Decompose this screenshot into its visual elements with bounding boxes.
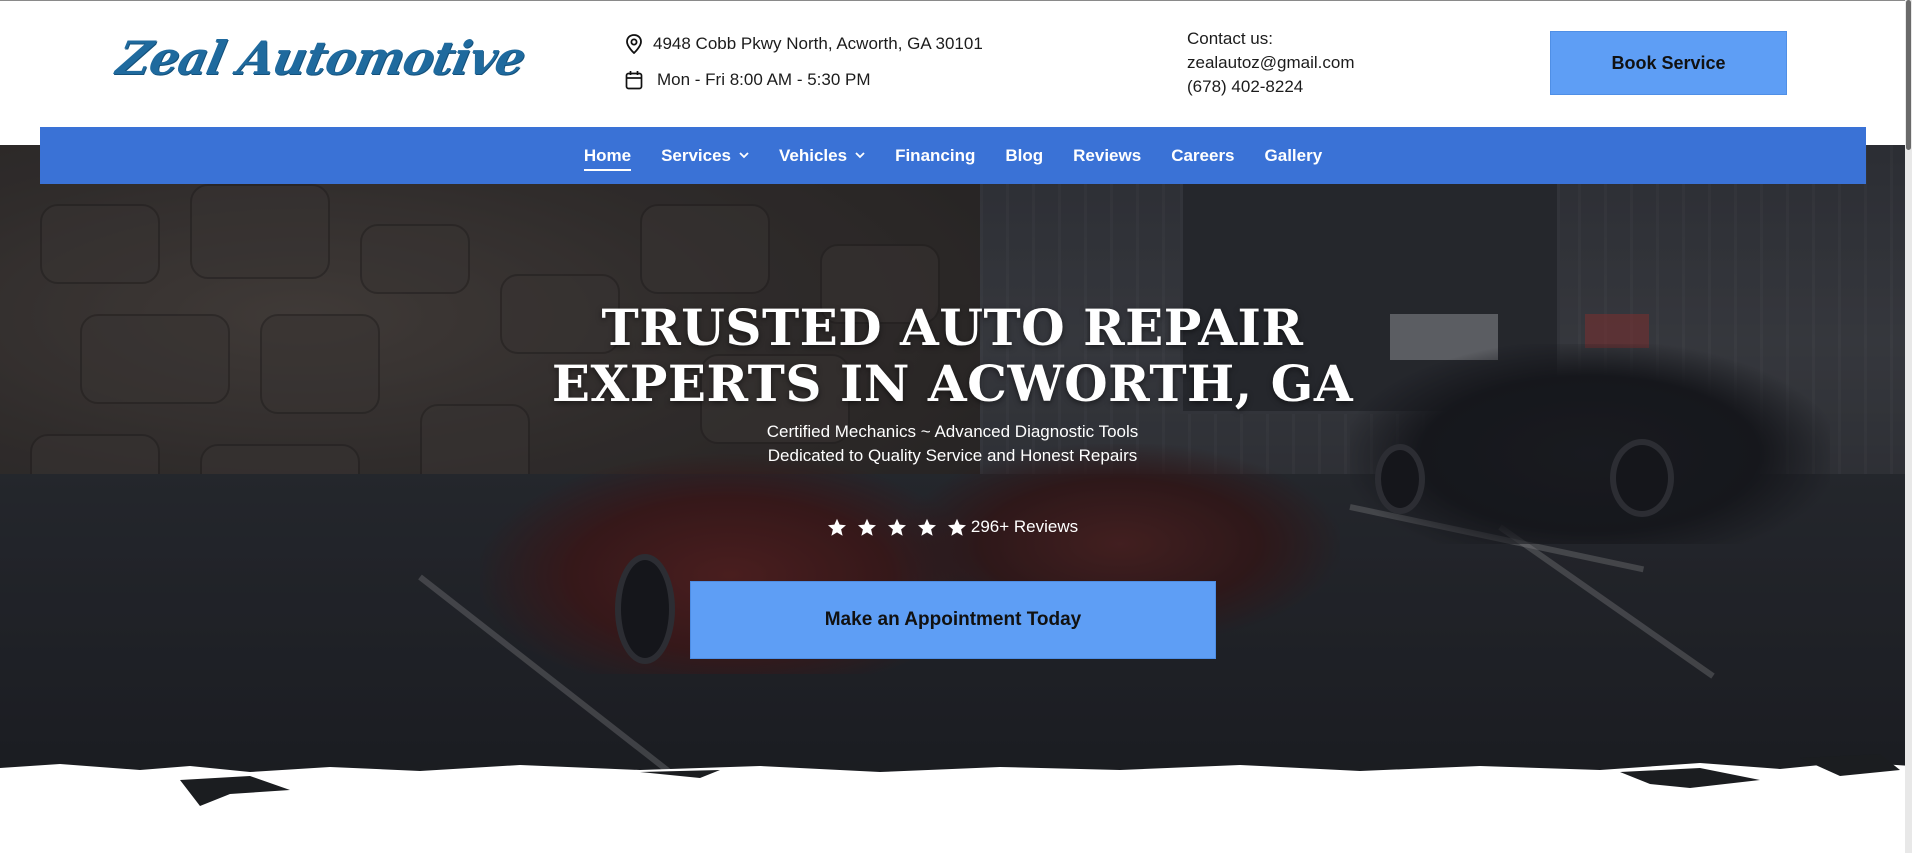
chevron-down-icon [855, 152, 865, 159]
star-icon [887, 518, 906, 536]
make-appointment-button[interactable]: Make an Appointment Today [690, 581, 1216, 659]
nav-item-gallery[interactable]: Gallery [1265, 127, 1323, 184]
hero-title-line: TRUSTED AUTO REPAIR [601, 298, 1304, 357]
star-icon [947, 518, 966, 536]
hero-title: TRUSTED AUTO REPAIR EXPERTS IN ACWORTH, … [0, 300, 1905, 412]
hero-subtitle: Certified Mechanics ~ Advanced Diagnosti… [0, 420, 1905, 468]
nav-item-home[interactable]: Home [583, 127, 632, 184]
star-icon [827, 518, 846, 536]
address-line: 4948 Cobb Pkwy North, Acworth, GA 30101 [625, 34, 983, 54]
nav-item-vehicles[interactable]: Vehicles [779, 127, 865, 184]
hero-title-line: EXPERTS IN ACWORTH, GA [551, 354, 1354, 413]
hours-text: Mon - Fri 8:00 AM - 5:30 PM [657, 70, 871, 89]
main-nav: Home Services Vehicles Financing Blog Re… [40, 127, 1866, 184]
chevron-down-icon [739, 152, 749, 159]
map-pin-icon [626, 34, 642, 54]
calendar-icon [625, 71, 643, 90]
nav-item-label: Vehicles [779, 145, 848, 165]
book-service-button[interactable]: Book Service [1550, 31, 1787, 95]
nav-item-label: Gallery [1264, 145, 1323, 165]
nav-item-label: Financing [895, 145, 976, 165]
scrollbar-thumb[interactable] [1906, 0, 1911, 150]
nav-item-reviews[interactable]: Reviews [1073, 127, 1141, 184]
reviews-count: 296+ Reviews [970, 517, 1079, 536]
contact-block: Contact us: zealautoz@gmail.com (678) 40… [1187, 27, 1355, 99]
contact-email[interactable]: zealautoz@gmail.com [1187, 51, 1355, 75]
hours-line: Mon - Fri 8:00 AM - 5:30 PM [625, 70, 871, 90]
site-header: Zeal Automotive 4948 Cobb Pkwy North, Ac… [0, 0, 1905, 145]
nav-item-label: Blog [1005, 145, 1044, 165]
nav-item-label: Home [583, 145, 632, 165]
star-icon [857, 518, 876, 536]
nav-item-label: Reviews [1073, 145, 1142, 165]
hero-subtitle-line: Dedicated to Quality Service and Honest … [767, 446, 1138, 465]
contact-label: Contact us: [1187, 29, 1273, 48]
brand-logo[interactable]: Zeal Automotive [112, 31, 530, 85]
torn-paper-divider [0, 754, 1912, 853]
nav-item-label: Careers [1171, 145, 1235, 165]
star-icon [917, 518, 936, 536]
hero-subtitle-line: Certified Mechanics ~ Advanced Diagnosti… [766, 422, 1139, 441]
address-text[interactable]: 4948 Cobb Pkwy North, Acworth, GA 30101 [653, 34, 983, 54]
nav-item-financing[interactable]: Financing [895, 127, 975, 184]
nav-item-careers[interactable]: Careers [1171, 127, 1234, 184]
nav-item-services[interactable]: Services [661, 127, 749, 184]
nav-item-blog[interactable]: Blog [1005, 127, 1043, 184]
reviews-rating[interactable]: 296+ Reviews [0, 517, 1905, 537]
page-scrollbar[interactable] [1905, 0, 1912, 853]
nav-item-label: Services [661, 145, 732, 165]
contact-phone[interactable]: (678) 402-8224 [1187, 75, 1355, 99]
